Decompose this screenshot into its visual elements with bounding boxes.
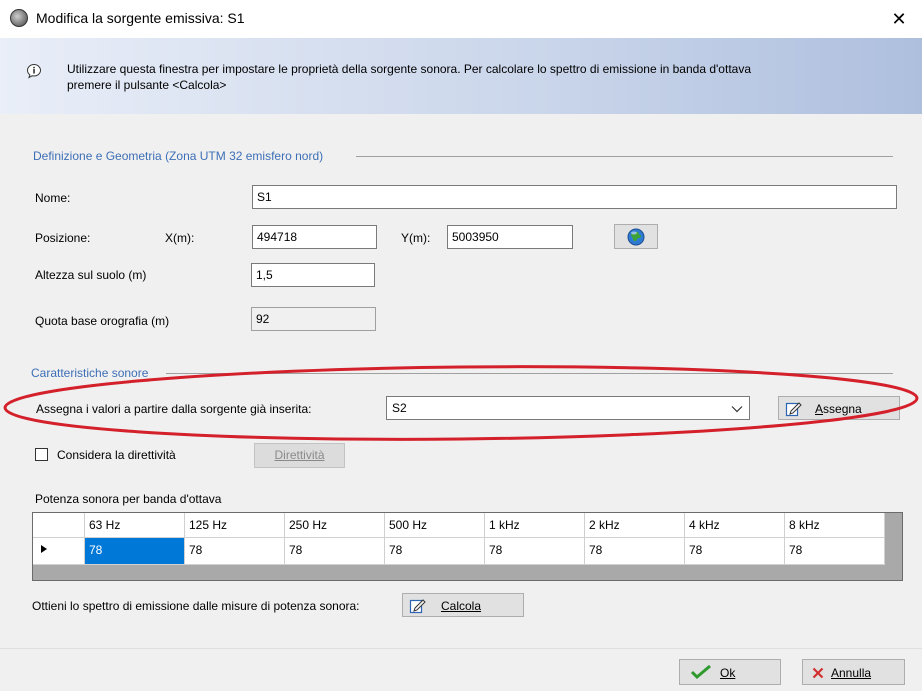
cancel-button[interactable]: Annulla [802,659,905,685]
close-icon: ✕ [891,9,907,29]
band-header-0: 63 Hz [85,513,185,538]
height-label: Altezza sul suolo (m) [35,268,147,282]
highlight-ellipse [3,365,919,441]
directivity-checkbox[interactable] [35,448,48,461]
calculate-button-label: Calcola [441,599,482,613]
map-location-button[interactable] [614,224,658,249]
ok-button[interactable]: Ok [679,659,781,685]
y-coordinate-field[interactable]: 5003950 [447,225,573,249]
spectrum-label: Ottieni lo spettro di emissione dalle mi… [32,599,360,613]
app-icon [10,9,28,27]
check-icon [690,664,711,680]
cancel-icon [812,667,824,679]
info-text-line1: Utilizzare questa finestra per impostare… [67,62,751,76]
cancel-button-label: Annulla [831,666,872,680]
octave-band-grid[interactable]: 63 Hz 125 Hz 250 Hz 500 Hz 1 kHz 2 kHz 4 kHz 8 … [32,512,903,581]
band-header-2: 250 Hz [285,513,385,538]
close-button[interactable]: ✕ [884,4,914,34]
row-selector[interactable] [33,538,85,565]
window-title: Modifica la sorgente emissiva: S1 [36,10,245,26]
geometry-section-title: Definizione e Geometria (Zona UTM 32 emi… [33,149,324,163]
dialog-footer [0,648,922,691]
globe-icon [627,228,645,246]
y-label: Y(m): [401,231,431,245]
band-header-4: 1 kHz [485,513,585,538]
band-value-cell-1[interactable]: 78 [185,538,285,565]
ok-button-label: Ok [720,666,736,680]
edit-icon [409,599,426,614]
directivity-button-label: Direttività [274,448,325,462]
band-value-cell-0[interactable]: 78 [85,538,185,565]
base-elevation-field: 92 [251,307,376,331]
x-label: X(m): [165,231,195,245]
row-pointer-icon [41,545,47,553]
height-field[interactable]: 1,5 [251,263,375,287]
info-icon [26,63,42,79]
base-elevation-label: Quota base orografia (m) [35,314,170,328]
band-header-7: 8 kHz [785,513,885,538]
directivity-checkbox-label: Considera la direttività [57,448,176,462]
title-bar: Modifica la sorgente emissiva: S1 ✕ [0,0,922,38]
power-label: Potenza sonora per banda d'ottava [35,492,222,506]
band-header-1: 125 Hz [185,513,285,538]
directivity-button[interactable]: Direttività [254,443,345,468]
position-label: Posizione: [35,231,91,245]
grid-corner [33,513,85,538]
band-header-6: 4 kHz [685,513,785,538]
x-coordinate-field[interactable]: 494718 [252,225,377,249]
band-header-5: 2 kHz [585,513,685,538]
band-value-cell-2[interactable]: 78 [285,538,385,565]
band-header-3: 500 Hz [385,513,485,538]
band-value-cell-4[interactable]: 78 [485,538,585,565]
calculate-button[interactable]: Calcola [402,593,524,617]
name-label: Nome: [35,191,71,205]
name-field[interactable]: S1 [252,185,897,209]
band-value-cell-7[interactable]: 78 [785,538,885,565]
band-value-cell-3[interactable]: 78 [385,538,485,565]
geometry-section-divider [356,156,893,157]
band-value-cell-5[interactable]: 78 [585,538,685,565]
band-value-cell-6[interactable]: 78 [685,538,785,565]
info-text-line2: premere il pulsante <Calcola> [67,78,227,92]
